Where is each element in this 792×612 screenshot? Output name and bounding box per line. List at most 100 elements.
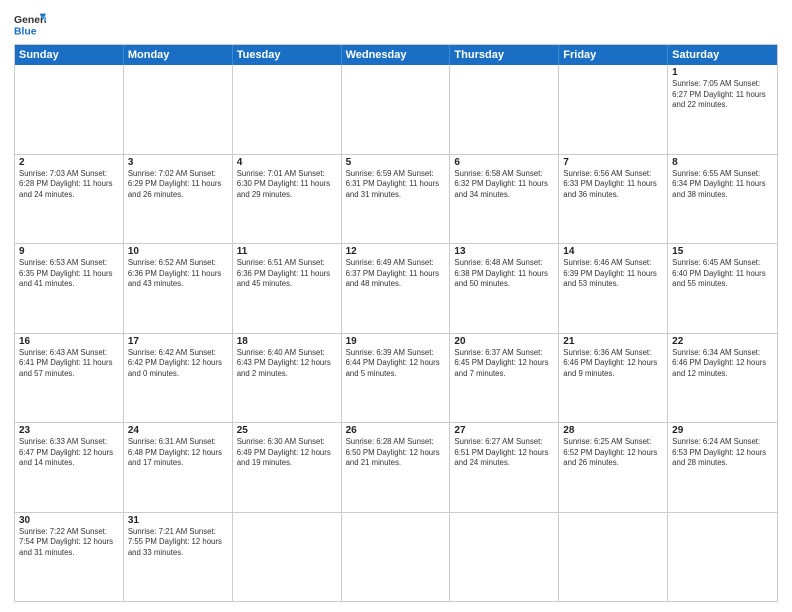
header: General Blue bbox=[14, 10, 778, 38]
day-header-monday: Monday bbox=[124, 45, 233, 65]
logo-icon: General Blue bbox=[14, 10, 46, 38]
day-number: 24 bbox=[128, 425, 228, 436]
day-number: 15 bbox=[672, 246, 773, 257]
day-info: Sunrise: 6:51 AM Sunset: 6:36 PM Dayligh… bbox=[237, 258, 337, 290]
calendar-empty-cell bbox=[342, 513, 451, 602]
calendar-day-1: 1Sunrise: 7:05 AM Sunset: 6:27 PM Daylig… bbox=[668, 65, 777, 154]
calendar-empty-cell bbox=[342, 65, 451, 154]
day-number: 3 bbox=[128, 157, 228, 168]
day-header-wednesday: Wednesday bbox=[342, 45, 451, 65]
day-info: Sunrise: 6:34 AM Sunset: 6:46 PM Dayligh… bbox=[672, 348, 773, 380]
calendar-day-15: 15Sunrise: 6:45 AM Sunset: 6:40 PM Dayli… bbox=[668, 244, 777, 333]
page: General Blue SundayMondayTuesdayWednesda… bbox=[0, 0, 792, 612]
day-number: 23 bbox=[19, 425, 119, 436]
day-number: 31 bbox=[128, 515, 228, 526]
day-info: Sunrise: 6:48 AM Sunset: 6:38 PM Dayligh… bbox=[454, 258, 554, 290]
day-number: 28 bbox=[563, 425, 663, 436]
calendar-week-6: 30Sunrise: 7:22 AM Sunset: 7:54 PM Dayli… bbox=[15, 512, 777, 602]
day-info: Sunrise: 6:49 AM Sunset: 6:37 PM Dayligh… bbox=[346, 258, 446, 290]
day-info: Sunrise: 6:42 AM Sunset: 6:42 PM Dayligh… bbox=[128, 348, 228, 380]
calendar-week-3: 9Sunrise: 6:53 AM Sunset: 6:35 PM Daylig… bbox=[15, 243, 777, 333]
calendar-day-24: 24Sunrise: 6:31 AM Sunset: 6:48 PM Dayli… bbox=[124, 423, 233, 512]
calendar: SundayMondayTuesdayWednesdayThursdayFrid… bbox=[14, 44, 778, 602]
calendar-header: SundayMondayTuesdayWednesdayThursdayFrid… bbox=[15, 45, 777, 65]
calendar-body: 1Sunrise: 7:05 AM Sunset: 6:27 PM Daylig… bbox=[15, 65, 777, 601]
day-info: Sunrise: 6:39 AM Sunset: 6:44 PM Dayligh… bbox=[346, 348, 446, 380]
day-header-sunday: Sunday bbox=[15, 45, 124, 65]
day-number: 4 bbox=[237, 157, 337, 168]
calendar-empty-cell bbox=[233, 513, 342, 602]
calendar-day-18: 18Sunrise: 6:40 AM Sunset: 6:43 PM Dayli… bbox=[233, 334, 342, 423]
day-number: 14 bbox=[563, 246, 663, 257]
calendar-empty-cell bbox=[450, 513, 559, 602]
day-info: Sunrise: 6:43 AM Sunset: 6:41 PM Dayligh… bbox=[19, 348, 119, 380]
day-number: 21 bbox=[563, 336, 663, 347]
calendar-day-7: 7Sunrise: 6:56 AM Sunset: 6:33 PM Daylig… bbox=[559, 155, 668, 244]
calendar-day-11: 11Sunrise: 6:51 AM Sunset: 6:36 PM Dayli… bbox=[233, 244, 342, 333]
day-number: 18 bbox=[237, 336, 337, 347]
day-info: Sunrise: 6:53 AM Sunset: 6:35 PM Dayligh… bbox=[19, 258, 119, 290]
calendar-day-16: 16Sunrise: 6:43 AM Sunset: 6:41 PM Dayli… bbox=[15, 334, 124, 423]
day-info: Sunrise: 6:25 AM Sunset: 6:52 PM Dayligh… bbox=[563, 437, 663, 469]
day-number: 6 bbox=[454, 157, 554, 168]
calendar-day-2: 2Sunrise: 7:03 AM Sunset: 6:28 PM Daylig… bbox=[15, 155, 124, 244]
calendar-empty-cell bbox=[450, 65, 559, 154]
day-info: Sunrise: 6:45 AM Sunset: 6:40 PM Dayligh… bbox=[672, 258, 773, 290]
day-info: Sunrise: 6:31 AM Sunset: 6:48 PM Dayligh… bbox=[128, 437, 228, 469]
day-number: 30 bbox=[19, 515, 119, 526]
day-info: Sunrise: 7:02 AM Sunset: 6:29 PM Dayligh… bbox=[128, 169, 228, 201]
day-number: 26 bbox=[346, 425, 446, 436]
day-info: Sunrise: 6:59 AM Sunset: 6:31 PM Dayligh… bbox=[346, 169, 446, 201]
calendar-day-8: 8Sunrise: 6:55 AM Sunset: 6:34 PM Daylig… bbox=[668, 155, 777, 244]
calendar-week-2: 2Sunrise: 7:03 AM Sunset: 6:28 PM Daylig… bbox=[15, 154, 777, 244]
day-number: 10 bbox=[128, 246, 228, 257]
day-number: 12 bbox=[346, 246, 446, 257]
day-info: Sunrise: 6:52 AM Sunset: 6:36 PM Dayligh… bbox=[128, 258, 228, 290]
day-info: Sunrise: 6:37 AM Sunset: 6:45 PM Dayligh… bbox=[454, 348, 554, 380]
calendar-day-6: 6Sunrise: 6:58 AM Sunset: 6:32 PM Daylig… bbox=[450, 155, 559, 244]
day-info: Sunrise: 6:56 AM Sunset: 6:33 PM Dayligh… bbox=[563, 169, 663, 201]
calendar-week-1: 1Sunrise: 7:05 AM Sunset: 6:27 PM Daylig… bbox=[15, 65, 777, 154]
day-info: Sunrise: 6:58 AM Sunset: 6:32 PM Dayligh… bbox=[454, 169, 554, 201]
day-header-tuesday: Tuesday bbox=[233, 45, 342, 65]
svg-text:Blue: Blue bbox=[14, 26, 37, 37]
calendar-day-29: 29Sunrise: 6:24 AM Sunset: 6:53 PM Dayli… bbox=[668, 423, 777, 512]
day-info: Sunrise: 6:55 AM Sunset: 6:34 PM Dayligh… bbox=[672, 169, 773, 201]
calendar-empty-cell bbox=[233, 65, 342, 154]
calendar-day-31: 31Sunrise: 7:21 AM Sunset: 7:55 PM Dayli… bbox=[124, 513, 233, 602]
day-number: 22 bbox=[672, 336, 773, 347]
day-header-friday: Friday bbox=[559, 45, 668, 65]
calendar-day-10: 10Sunrise: 6:52 AM Sunset: 6:36 PM Dayli… bbox=[124, 244, 233, 333]
calendar-day-25: 25Sunrise: 6:30 AM Sunset: 6:49 PM Dayli… bbox=[233, 423, 342, 512]
day-number: 27 bbox=[454, 425, 554, 436]
calendar-day-13: 13Sunrise: 6:48 AM Sunset: 6:38 PM Dayli… bbox=[450, 244, 559, 333]
calendar-day-27: 27Sunrise: 6:27 AM Sunset: 6:51 PM Dayli… bbox=[450, 423, 559, 512]
calendar-day-14: 14Sunrise: 6:46 AM Sunset: 6:39 PM Dayli… bbox=[559, 244, 668, 333]
calendar-day-9: 9Sunrise: 6:53 AM Sunset: 6:35 PM Daylig… bbox=[15, 244, 124, 333]
day-info: Sunrise: 6:30 AM Sunset: 6:49 PM Dayligh… bbox=[237, 437, 337, 469]
calendar-day-17: 17Sunrise: 6:42 AM Sunset: 6:42 PM Dayli… bbox=[124, 334, 233, 423]
day-number: 11 bbox=[237, 246, 337, 257]
day-header-saturday: Saturday bbox=[668, 45, 777, 65]
calendar-day-30: 30Sunrise: 7:22 AM Sunset: 7:54 PM Dayli… bbox=[15, 513, 124, 602]
calendar-day-3: 3Sunrise: 7:02 AM Sunset: 6:29 PM Daylig… bbox=[124, 155, 233, 244]
calendar-week-4: 16Sunrise: 6:43 AM Sunset: 6:41 PM Dayli… bbox=[15, 333, 777, 423]
calendar-day-12: 12Sunrise: 6:49 AM Sunset: 6:37 PM Dayli… bbox=[342, 244, 451, 333]
day-info: Sunrise: 6:36 AM Sunset: 6:46 PM Dayligh… bbox=[563, 348, 663, 380]
calendar-week-5: 23Sunrise: 6:33 AM Sunset: 6:47 PM Dayli… bbox=[15, 422, 777, 512]
calendar-day-21: 21Sunrise: 6:36 AM Sunset: 6:46 PM Dayli… bbox=[559, 334, 668, 423]
day-number: 20 bbox=[454, 336, 554, 347]
day-info: Sunrise: 7:22 AM Sunset: 7:54 PM Dayligh… bbox=[19, 527, 119, 559]
day-info: Sunrise: 7:03 AM Sunset: 6:28 PM Dayligh… bbox=[19, 169, 119, 201]
day-info: Sunrise: 6:27 AM Sunset: 6:51 PM Dayligh… bbox=[454, 437, 554, 469]
day-number: 25 bbox=[237, 425, 337, 436]
day-info: Sunrise: 6:24 AM Sunset: 6:53 PM Dayligh… bbox=[672, 437, 773, 469]
day-number: 1 bbox=[672, 67, 773, 78]
day-header-thursday: Thursday bbox=[450, 45, 559, 65]
calendar-empty-cell bbox=[124, 65, 233, 154]
calendar-empty-cell bbox=[559, 513, 668, 602]
day-info: Sunrise: 6:28 AM Sunset: 6:50 PM Dayligh… bbox=[346, 437, 446, 469]
day-info: Sunrise: 6:40 AM Sunset: 6:43 PM Dayligh… bbox=[237, 348, 337, 380]
calendar-empty-cell bbox=[559, 65, 668, 154]
day-info: Sunrise: 7:21 AM Sunset: 7:55 PM Dayligh… bbox=[128, 527, 228, 559]
